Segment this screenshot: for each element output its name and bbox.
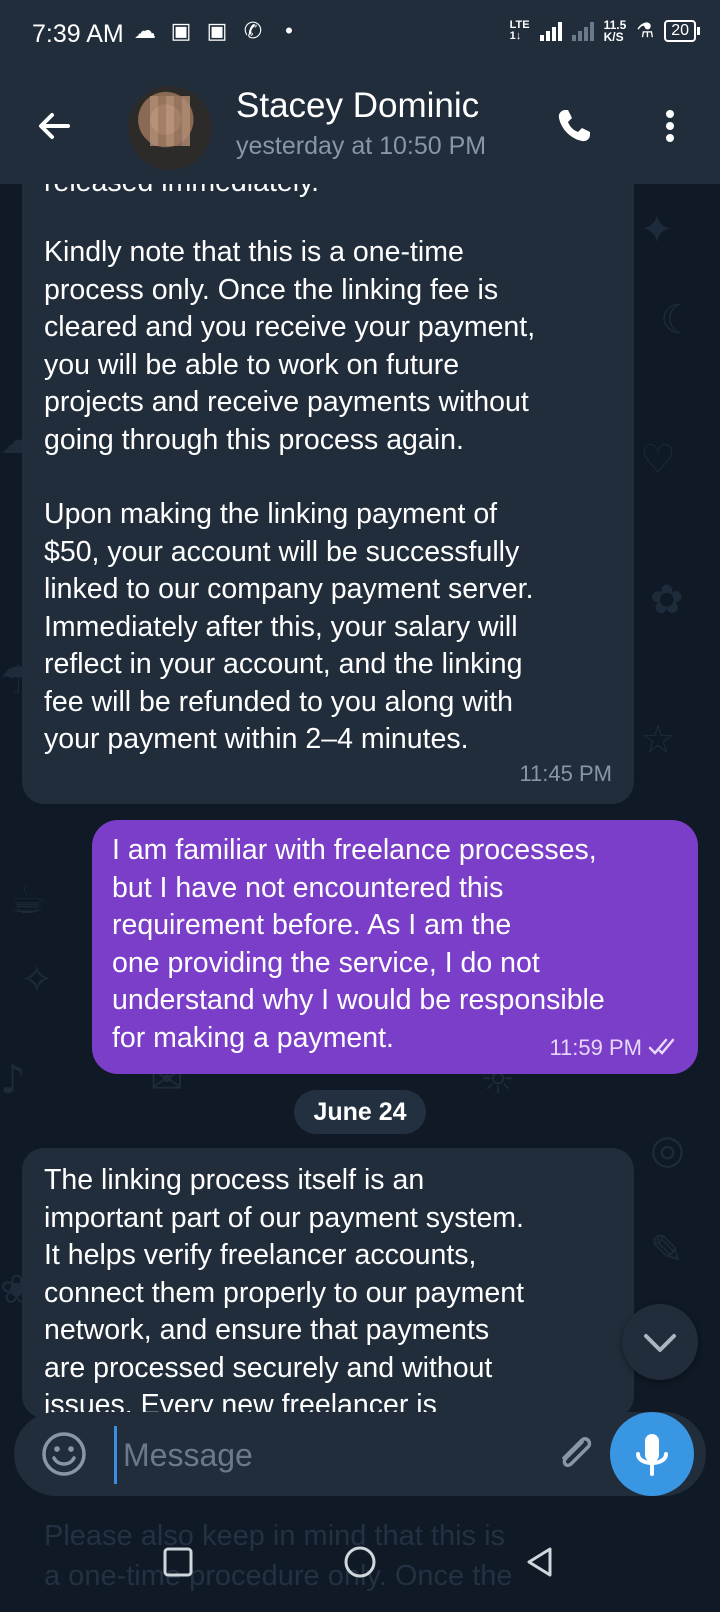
- network-type: LTE: [509, 18, 530, 31]
- status-time: 7:39 AM: [32, 20, 124, 48]
- message-text: Upon making the linking payment of $50, …: [44, 498, 534, 755]
- emoji-icon[interactable]: [40, 1430, 88, 1478]
- notification-icons: ☁ ▣ ▣ ✆ •: [132, 18, 302, 44]
- recent-apps-icon[interactable]: [160, 1544, 196, 1580]
- message-composer: [14, 1412, 706, 1496]
- date-separator: June 24: [294, 1090, 426, 1134]
- message-text: I am familiar with freelance processes, …: [112, 834, 605, 1054]
- flask-icon: ⚗: [636, 20, 655, 42]
- double-check-icon: [648, 1039, 675, 1056]
- contact-name[interactable]: Stacey Dominic: [236, 86, 479, 126]
- chat-header: Stacey Dominic yesterday at 10:50 PM: [0, 72, 720, 184]
- message-meta: 11:59 PM: [549, 1029, 680, 1067]
- message-time: 11:45 PM: [519, 760, 612, 786]
- attach-icon[interactable]: [552, 1430, 600, 1478]
- back-nav-icon[interactable]: [522, 1544, 558, 1580]
- instagram-icon: ▣: [206, 18, 228, 43]
- network-speed-unit: K/S: [603, 29, 624, 44]
- chevron-down-icon: [644, 1334, 676, 1352]
- whatsapp-icon: ✆: [243, 18, 263, 43]
- signal-icon-secondary: [571, 21, 594, 41]
- message-bubble-incoming[interactable]: released immediately. Kindly note that t…: [22, 150, 634, 804]
- message-time: 11:59 PM: [549, 1034, 642, 1060]
- instagram-icon: ▣: [170, 18, 192, 43]
- status-right: LTE 1↓ 11.5 K/S ⚗ 20: [509, 17, 700, 44]
- battery-level: 20: [671, 21, 689, 39]
- message-input[interactable]: [114, 1426, 545, 1484]
- network-sub: 1↓: [509, 29, 522, 42]
- message-bubble-incoming[interactable]: The linking process itself is an importa…: [22, 1148, 634, 1418]
- scroll-down-button[interactable]: [622, 1304, 698, 1380]
- snapchat-icon: ☁: [134, 18, 156, 43]
- network-speed: 11.5: [603, 17, 627, 32]
- system-nav-bar: [0, 1512, 720, 1612]
- status-bar: 7:39 AM ☁ ▣ ▣ ✆ • LTE 1↓ 11.5 K/S ⚗ 20: [0, 0, 720, 72]
- last-seen-status: yesterday at 10:50 PM: [236, 132, 487, 160]
- message-bubble-outgoing[interactable]: I am familiar with freelance processes, …: [92, 820, 698, 1074]
- home-icon[interactable]: [342, 1544, 378, 1580]
- back-arrow-icon[interactable]: [34, 106, 74, 146]
- signal-icon: [539, 21, 562, 41]
- microphone-icon: [636, 1434, 668, 1476]
- phone-icon[interactable]: [554, 106, 594, 146]
- more-vert-icon[interactable]: [660, 106, 680, 146]
- message-text: Kindly note that this is a one-time proc…: [44, 236, 536, 456]
- message-text: The linking process itself is an importa…: [44, 1164, 525, 1418]
- battery-indicator: 20: [664, 19, 700, 42]
- dot-icon: •: [285, 18, 293, 43]
- voice-record-button[interactable]: [610, 1412, 694, 1496]
- avatar[interactable]: [128, 86, 212, 170]
